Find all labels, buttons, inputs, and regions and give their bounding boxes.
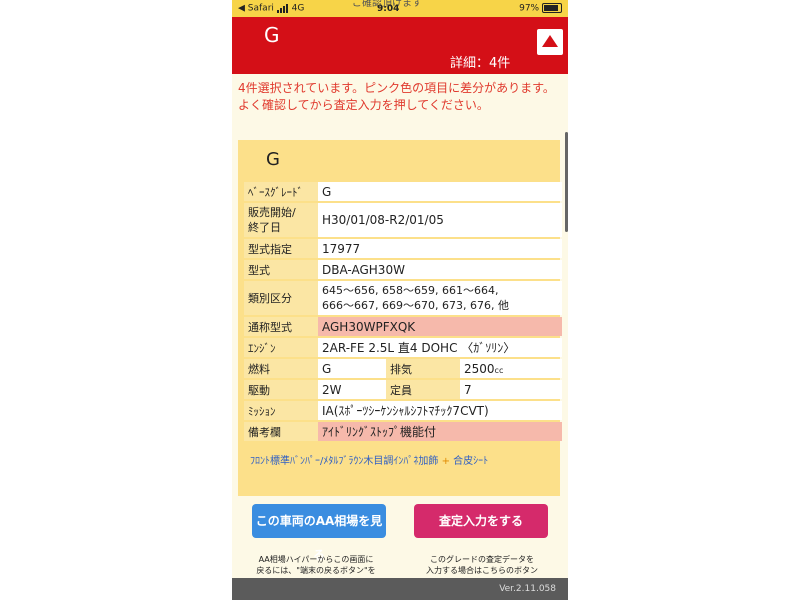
aa-market-button[interactable]: この車両のAA相場を見る	[252, 504, 386, 562]
row-label-2: 定員	[386, 380, 460, 399]
version-label: Ver.2.11.058	[499, 584, 556, 594]
row-value: 2AR-FE 2.5L 直4 DOHC 〈ｶﾞｿﾘﾝ〉	[318, 338, 562, 357]
grade-card: G ﾍﾞｰｽｸﾞﾚｰﾄﾞ G 販売開始/ 終了日 H30/01/08-R2/01…	[238, 140, 562, 496]
table-row: 駆動 2W 定員 7	[244, 380, 562, 399]
header-grade-title: G	[264, 23, 280, 47]
footer-left-line1: AA相場ハイパーからこの画面に	[258, 555, 374, 564]
header-bar: G 詳細：4件	[232, 17, 568, 74]
displacement-unit: cc	[494, 365, 504, 375]
status-bar: ◀ Safari 4G ご確認頂けます 9:04 97%	[232, 0, 568, 17]
row-label: ﾐｯｼｮﾝ	[244, 401, 318, 420]
footer-right-note: このグレードの査定データを 入力する場合はこちらのボタン	[400, 554, 564, 576]
carrier-label[interactable]: ◀ Safari	[238, 4, 274, 14]
displacement-value: 2500	[464, 361, 495, 376]
row-label: 燃料	[244, 359, 318, 378]
assess-input-button[interactable]: 査定入力をする	[414, 504, 548, 538]
table-row: ﾐｯｼｮﾝ IA(ｽﾎﾟｰﾂｼｰｹﾝｼｬﾙｼﾌﾄﾏﾁｯｸ7CVT)	[244, 401, 562, 420]
network-label: 4G	[291, 3, 305, 14]
table-row: 通称型式 AGH30WPFXQK	[244, 317, 562, 336]
row-label: 類別区分	[244, 281, 318, 315]
table-row: 販売開始/ 終了日 H30/01/08-R2/01/05	[244, 203, 562, 237]
difference-notice: 4件選択されています。ピンク色の項目に差分があります。よく確認してから査定入力を…	[238, 81, 555, 112]
status-left: ◀ Safari 4G	[238, 3, 304, 14]
row-label: ｴﾝｼﾞﾝ	[244, 338, 318, 357]
table-row: 備考欄 ｱｲﾄﾞﾘﾝｸﾞｽﾄｯﾌﾟ機能付	[244, 422, 562, 441]
footer-right-line1: このグレードの査定データを	[430, 555, 534, 564]
row-value: G	[318, 359, 386, 378]
row-value: H30/01/08-R2/01/05	[318, 203, 562, 237]
signal-icon	[276, 3, 289, 13]
footer-left-line2: 戻るには、"端末の戻るボタン"を	[256, 566, 376, 575]
row-value: 17977	[318, 239, 562, 258]
row-label-2: 排気	[386, 359, 460, 378]
scroll-top-button[interactable]	[537, 29, 563, 55]
row-label: 型式	[244, 260, 318, 279]
footer-left-note: AA相場ハイパーからこの画面に 戻るには、"端末の戻るボタン"を	[236, 554, 396, 576]
battery-icon	[542, 3, 562, 13]
row-value: 645～656, 658～659, 661～664, 666～667, 669～…	[318, 281, 562, 315]
row-label: ﾍﾞｰｽｸﾞﾚｰﾄﾞ	[244, 182, 318, 201]
row-label: 備考欄	[244, 422, 318, 441]
row-value-2: 2500cc	[460, 359, 562, 378]
battery-percent: 97%	[519, 3, 540, 14]
spec-table: ﾍﾞｰｽｸﾞﾚｰﾄﾞ G 販売開始/ 終了日 H30/01/08-R2/01/0…	[244, 180, 562, 443]
row-value-2: 7	[460, 380, 562, 399]
table-row: 型式指定 17977	[244, 239, 562, 258]
row-value: IA(ｽﾎﾟｰﾂｼｰｹﾝｼｬﾙｼﾌﾄﾏﾁｯｸ7CVT)	[318, 401, 562, 420]
row-label: 駆動	[244, 380, 318, 399]
scrollbar[interactable]	[565, 132, 568, 232]
phone-screen: ◀ Safari 4G ご確認頂けます 9:04 97% G 詳細：4件 4件選…	[232, 0, 568, 600]
row-label: 型式指定	[244, 239, 318, 258]
table-row: ｴﾝｼﾞﾝ 2AR-FE 2.5L 直4 DOHC 〈ｶﾞｿﾘﾝ〉	[244, 338, 562, 357]
row-value-diff: AGH30WPFXQK	[318, 317, 562, 336]
table-row: 燃料 G 排気 2500cc	[244, 359, 562, 378]
row-value-diff: ｱｲﾄﾞﾘﾝｸﾞｽﾄｯﾌﾟ機能付	[318, 422, 562, 441]
options-plus: +	[441, 456, 450, 467]
status-right: 97%	[519, 3, 562, 14]
row-value: 2W	[318, 380, 386, 399]
row-value: G	[318, 182, 562, 201]
table-row: ﾍﾞｰｽｸﾞﾚｰﾄﾞ G	[244, 182, 562, 201]
options-line: ﾌﾛﾝﾄ標準ﾊﾞﾝﾊﾟｰ/ﾒﾀﾙﾌﾞﾗｳﾝ木目調ｲﾝﾊﾟﾈ加飾 + 合皮ｼｰﾄ	[250, 452, 488, 467]
row-label: 販売開始/ 終了日	[244, 203, 318, 237]
bottom-bar: Ver.2.11.058	[232, 578, 568, 600]
options-link[interactable]: ﾌﾛﾝﾄ標準ﾊﾞﾝﾊﾟｰ/ﾒﾀﾙﾌﾞﾗｳﾝ木目調ｲﾝﾊﾟﾈ加飾	[250, 456, 438, 467]
card-title: G	[266, 149, 280, 170]
row-label: 通称型式	[244, 317, 318, 336]
row-value: DBA-AGH30W	[318, 260, 562, 279]
status-time: 9:04	[377, 4, 400, 14]
footer-right-line2: 入力する場合はこちらのボタン	[426, 566, 538, 575]
options-link-2[interactable]: 合皮ｼｰﾄ	[453, 456, 488, 467]
table-row: 類別区分 645～656, 658～659, 661～664, 666～667,…	[244, 281, 562, 315]
table-row: 型式 DBA-AGH30W	[244, 260, 562, 279]
detail-count: 詳細：4件	[450, 56, 511, 71]
